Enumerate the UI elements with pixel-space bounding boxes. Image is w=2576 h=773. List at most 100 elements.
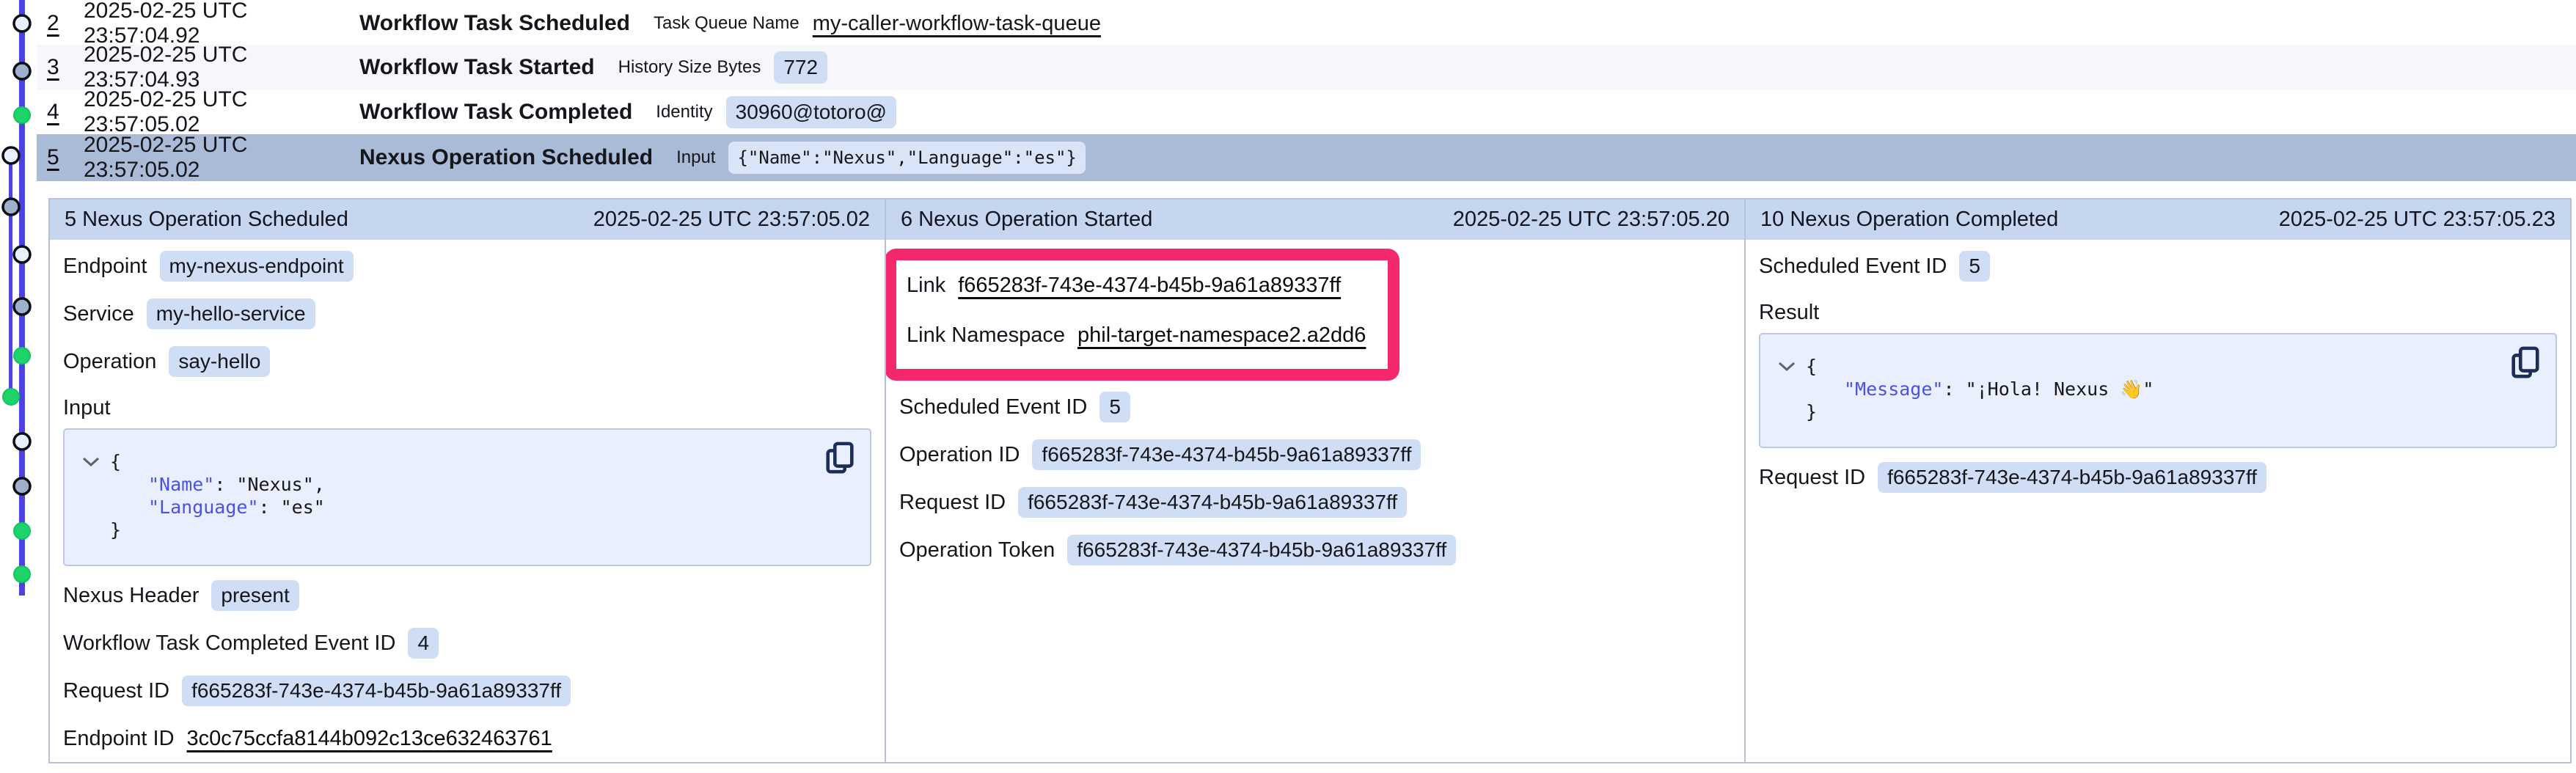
event-timestamp: 2025-02-25 UTC 23:57:05.02 xyxy=(84,133,359,183)
collapse-toggle[interactable] xyxy=(76,456,106,468)
detail-field: Workflow Task Completed Event ID 4 xyxy=(63,627,871,659)
field-label: Service xyxy=(63,302,134,326)
detail-field: Request ID f665283f-743e-4374-b45b-9a61a8… xyxy=(63,675,871,707)
detail-field: Endpoint ID 3c0c75ccfa8144b092c13ce632463… xyxy=(63,722,871,755)
panel-timestamp: 2025-02-25 UTC 23:57:05.23 xyxy=(2279,208,2555,232)
event-attr-label: Task Queue Name xyxy=(654,13,799,34)
copy-icon xyxy=(2509,345,2542,381)
event-row[interactable]: 5 2025-02-25 UTC 23:57:05.02Nexus Operati… xyxy=(37,134,2576,181)
event-dot-white[interactable] xyxy=(14,433,30,450)
event-dot-green[interactable] xyxy=(3,389,19,405)
field-label: Operation xyxy=(63,350,156,374)
event-dot-gray[interactable] xyxy=(14,298,30,315)
field-value-link[interactable]: phil-target-namespace2.a2dd6 xyxy=(1077,323,1366,348)
event-dot-gray[interactable] xyxy=(14,478,30,494)
detail-field: Request IDf665283f-743e-4374-b45b-9a61a8… xyxy=(1759,461,2557,494)
event-timeline xyxy=(0,0,45,773)
event-row[interactable]: 3 2025-02-25 UTC 23:57:04.93Workflow Task… xyxy=(37,45,2576,90)
field-label: Request ID xyxy=(63,679,169,703)
detail-field: Endpoint my-nexus-endpoint xyxy=(63,250,871,282)
code-block: {"Message": "¡Hola! Nexus 👋"} xyxy=(1759,333,2557,448)
field-value-badge: 5 xyxy=(1099,392,1130,422)
field-label: Workflow Task Completed Event ID xyxy=(63,631,395,656)
event-attr-badge: 772 xyxy=(774,51,827,84)
field-label: Operation Token xyxy=(899,538,1055,563)
detail-field: Link f665283f-743e-4374-b45b-9a61a89337ff xyxy=(907,269,1377,301)
event-id-link[interactable]: 2 xyxy=(47,11,70,36)
event-dot-white[interactable] xyxy=(14,246,30,263)
field-value-badge: present xyxy=(211,580,299,611)
event-name: Nexus Operation Scheduled xyxy=(359,145,653,170)
field-value-link[interactable]: 3c0c75ccfa8144b092c13ce632463761 xyxy=(187,727,552,751)
json-text: "Nexus", xyxy=(236,473,324,496)
copy-button[interactable] xyxy=(2509,345,2542,381)
event-row[interactable]: 42025-02-25 UTC 23:57:05.02Workflow Task… xyxy=(37,90,2576,134)
event-dot-gray[interactable] xyxy=(14,63,30,79)
event-dot-green[interactable] xyxy=(14,566,30,582)
event-row[interactable]: 22025-02-25 UTC 23:57:04.92Workflow Task… xyxy=(37,2,2576,45)
detail-field: Operation say-hello xyxy=(63,345,871,378)
event-dot-white[interactable] xyxy=(14,15,30,32)
panel-body: Scheduled Event ID5Result{"Message": "¡H… xyxy=(1746,240,2570,494)
json-key: "Name" xyxy=(148,473,214,496)
field-value-badge: f665283f-743e-4374-b45b-9a61a89337ff xyxy=(1032,439,1421,470)
code-line: "Name": "Nexus", xyxy=(76,473,855,496)
panel-header: 5 Nexus Operation Scheduled2025-02-25 UT… xyxy=(50,199,885,240)
event-dot-green[interactable] xyxy=(14,348,30,364)
panel-header: 6 Nexus Operation Started2025-02-25 UTC … xyxy=(886,199,1744,240)
code-line: { xyxy=(1772,355,2541,378)
json-text: "¡Hola! Nexus 👋" xyxy=(1966,378,2154,400)
code-block: {"Name": "Nexus","Language": "es"} xyxy=(63,428,871,566)
detail-field: Link Namespace phil-target-namespace2.a2d… xyxy=(907,319,1377,351)
field-value-link[interactable]: f665283f-743e-4374-b45b-9a61a89337ff xyxy=(958,274,1341,298)
event-name: Workflow Task Scheduled xyxy=(359,11,630,36)
copy-button[interactable] xyxy=(823,440,857,477)
timeline-branch-line xyxy=(9,155,12,397)
panel-timestamp: 2025-02-25 UTC 23:57:05.02 xyxy=(593,208,870,232)
event-dot-white[interactable] xyxy=(3,147,19,164)
field-value-badge: my-hello-service xyxy=(147,298,315,329)
event-attr-badge: {"Name":"Nexus","Language":"es"} xyxy=(728,142,1085,174)
collapse-chevron-icon[interactable] xyxy=(1777,361,1796,373)
field-label: Link xyxy=(907,274,945,298)
collapse-toggle[interactable] xyxy=(1772,361,1801,373)
event-id-link[interactable]: 3 xyxy=(47,55,70,80)
detail-field: Nexus Header present xyxy=(63,579,871,612)
field-value-badge: my-nexus-endpoint xyxy=(160,251,354,282)
detail-field: Service my-hello-service xyxy=(63,298,871,330)
link-highlight-box: Link f665283f-743e-4374-b45b-9a61a89337ff… xyxy=(885,249,1399,381)
collapse-chevron-icon[interactable] xyxy=(81,456,100,468)
event-timestamp: 2025-02-25 UTC 23:57:05.02 xyxy=(84,87,359,137)
panel-title: 10 Nexus Operation Completed xyxy=(1760,208,2058,232)
panel-body: Link f665283f-743e-4374-b45b-9a61a89337ff… xyxy=(886,240,1744,566)
field-label: Request ID xyxy=(899,491,1006,515)
event-attr-label: Identity xyxy=(656,102,712,122)
detail-panel-3: 10 Nexus Operation Completed 2025-02-25 U… xyxy=(1744,199,2570,762)
event-id-link[interactable]: 4 xyxy=(47,100,70,125)
event-dot-green[interactable] xyxy=(14,523,30,539)
event-attr-label: Input xyxy=(676,147,715,168)
field-value-badge: f665283f-743e-4374-b45b-9a61a89337ff xyxy=(182,675,571,706)
field-label: Endpoint ID xyxy=(63,727,175,751)
field-value-badge: f665283f-743e-4374-b45b-9a61a89337ff xyxy=(1018,487,1407,518)
detail-panel-2: 6 Nexus Operation Started2025-02-25 UTC … xyxy=(885,199,1744,762)
field-label: Endpoint xyxy=(63,254,147,279)
copy-icon xyxy=(823,440,857,477)
event-name: Workflow Task Started xyxy=(359,55,595,80)
field-label: Link Namespace xyxy=(907,323,1065,348)
field-value-badge: 4 xyxy=(408,628,439,659)
code-line: "Message": "¡Hola! Nexus 👋" xyxy=(1772,378,2541,400)
event-id-link[interactable]: 5 xyxy=(47,145,70,170)
field-label: Nexus Header xyxy=(63,584,199,608)
event-timestamp: 2025-02-25 UTC 23:57:04.93 xyxy=(84,43,359,92)
event-dot-green[interactable] xyxy=(14,107,30,123)
code-line: { xyxy=(76,450,855,473)
json-text: { xyxy=(110,450,121,473)
code-line: } xyxy=(76,519,855,541)
field-value-badge: f665283f-743e-4374-b45b-9a61a89337ff xyxy=(1067,535,1456,565)
field-label: Scheduled Event ID xyxy=(899,395,1087,420)
json-text: : xyxy=(1943,378,1965,400)
field-value-badge: say-hello xyxy=(169,346,270,377)
event-dot-gray[interactable] xyxy=(3,199,19,215)
event-attr-link[interactable]: my-caller-workflow-task-queue xyxy=(813,12,1101,36)
